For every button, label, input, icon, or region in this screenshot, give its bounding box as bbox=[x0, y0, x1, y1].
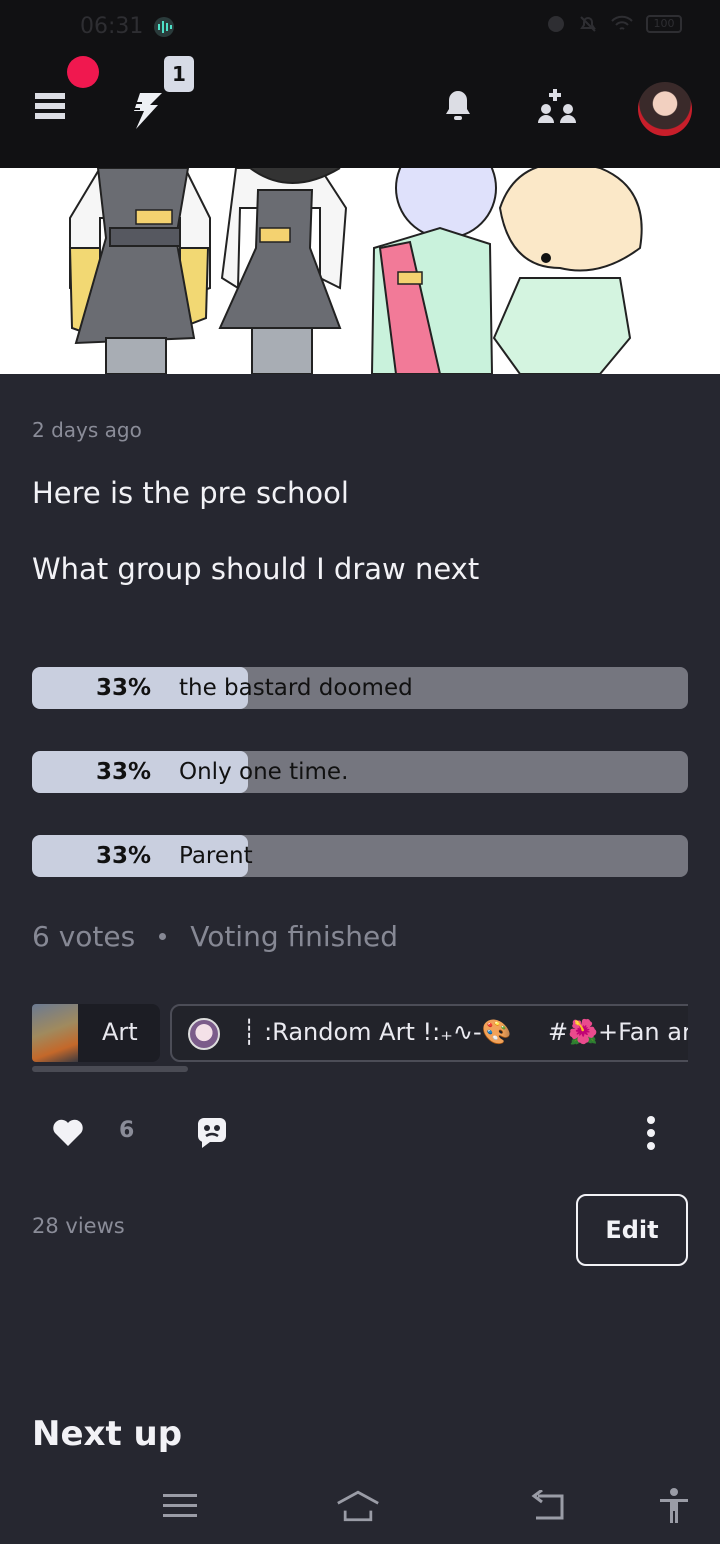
bell-icon bbox=[446, 91, 470, 120]
post-text-line: Here is the pre school bbox=[32, 476, 349, 510]
poll-percent: 33% bbox=[96, 843, 152, 869]
battery-indicator: 100 bbox=[646, 15, 682, 33]
poll-percent: 33% bbox=[96, 759, 152, 785]
comment-button[interactable] bbox=[196, 1116, 228, 1150]
recent-apps-button[interactable] bbox=[158, 1484, 202, 1528]
alarm-icon bbox=[548, 16, 564, 32]
back-button[interactable] bbox=[526, 1484, 570, 1528]
add-friends-icon bbox=[538, 89, 576, 123]
heart-icon bbox=[53, 1119, 83, 1146]
chat-avatar bbox=[188, 1018, 220, 1050]
online-members-button[interactable] bbox=[536, 86, 580, 130]
view-count: 28 views bbox=[32, 1214, 125, 1238]
post-body: Here is the pre school What group should… bbox=[32, 474, 692, 626]
poll-option[interactable]: 33% Only one time. bbox=[32, 751, 688, 793]
poll-option-label: Parent bbox=[179, 843, 253, 869]
app-header: 1 bbox=[0, 56, 720, 168]
status-icons: 100 bbox=[546, 14, 682, 34]
mute-icon bbox=[580, 16, 596, 32]
status-bar: 06:31 100 bbox=[0, 0, 720, 56]
separator-dot bbox=[159, 933, 167, 940]
notifications-button[interactable] bbox=[440, 86, 476, 126]
category-chip[interactable]: Art bbox=[32, 1004, 160, 1062]
chat-chip[interactable]: ┊ :Random Art !:₊∿-🎨 #🌺+Fan ar bbox=[170, 1004, 688, 1062]
lightning-icon bbox=[134, 93, 162, 129]
post-timestamp: 2 days ago bbox=[32, 418, 142, 442]
notification-dot bbox=[67, 56, 99, 88]
lightning-badge: 1 bbox=[164, 56, 194, 92]
post-image[interactable] bbox=[0, 168, 720, 374]
home-button[interactable] bbox=[336, 1484, 380, 1528]
poll-option-label: Only one time. bbox=[179, 759, 349, 785]
poll-vote-count: 6 votes bbox=[32, 920, 136, 953]
menu-button[interactable] bbox=[30, 86, 70, 126]
accessibility-icon bbox=[660, 1488, 688, 1523]
system-nav-bar bbox=[0, 1470, 720, 1544]
poll-option[interactable]: 33% the bastard doomed bbox=[32, 667, 688, 709]
menu-lines-icon bbox=[163, 1494, 197, 1517]
chip-fade bbox=[502, 1006, 532, 1060]
poll-meta: 6 votes Voting finished bbox=[32, 920, 398, 953]
category-label: Art bbox=[102, 1018, 138, 1046]
lightning-button[interactable] bbox=[122, 88, 172, 134]
back-icon bbox=[531, 1490, 564, 1520]
hashtag-label[interactable]: #🌺+Fan ar bbox=[548, 1018, 688, 1046]
category-thumbnail bbox=[32, 1004, 78, 1062]
like-button[interactable] bbox=[52, 1118, 84, 1148]
home-icon bbox=[337, 1490, 379, 1522]
accessibility-button[interactable] bbox=[652, 1484, 696, 1528]
poll-option-label: the bastard doomed bbox=[179, 675, 413, 701]
edit-button[interactable]: Edit bbox=[576, 1194, 688, 1266]
post-drawing bbox=[0, 168, 720, 374]
wifi-icon bbox=[611, 15, 633, 30]
user-avatar[interactable] bbox=[638, 82, 692, 136]
comment-icon bbox=[198, 1118, 226, 1148]
poll-option[interactable]: 33% Parent bbox=[32, 835, 688, 877]
poll-status: Voting finished bbox=[190, 920, 399, 953]
post-text-line: What group should I draw next bbox=[32, 552, 480, 586]
chat-name: ┊ :Random Art !:₊∿-🎨 bbox=[242, 1018, 512, 1046]
more-vertical-icon bbox=[647, 1116, 655, 1150]
more-options-button[interactable] bbox=[640, 1114, 662, 1152]
poll-percent: 33% bbox=[96, 675, 152, 701]
like-count: 6 bbox=[119, 1118, 135, 1143]
audio-app-icon bbox=[154, 17, 174, 37]
status-time: 06:31 bbox=[80, 14, 144, 39]
hamburger-menu-icon bbox=[35, 93, 65, 119]
next-up-heading: Next up bbox=[32, 1414, 183, 1454]
horizontal-scrollbar[interactable] bbox=[32, 1066, 188, 1072]
tags-row: Art ┊ :Random Art !:₊∿-🎨 #🌺+Fan ar bbox=[32, 1002, 688, 1064]
